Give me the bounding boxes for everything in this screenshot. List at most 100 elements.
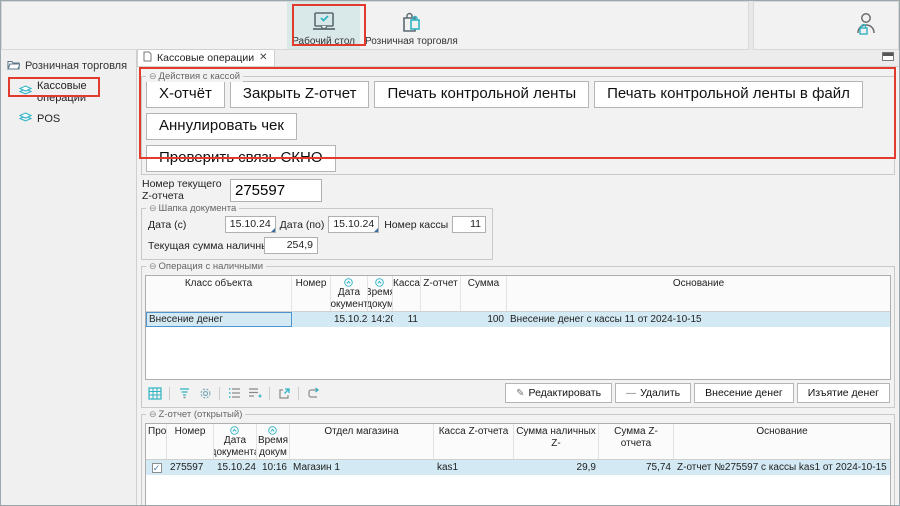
cell-basis[interactable]: Внесение денег с кассы 11 от 2024-10-15 [507, 312, 890, 327]
cell-store-dept[interactable]: Магазин 1 [290, 460, 434, 475]
col-doc-date[interactable]: Дата документа [331, 276, 368, 311]
gear-icon[interactable] [196, 385, 214, 402]
withdraw-money-button[interactable]: Изъятие денег [797, 383, 890, 403]
group-cash-actions: ⊖Действия с кассой X-отчёт Закрыть Z-отч… [141, 76, 895, 175]
tool-retail[interactable]: Розничная торговля [360, 2, 463, 49]
cell-z-cash-sum[interactable]: 29,9 [514, 460, 599, 475]
deposit-money-button[interactable]: Внесение денег [694, 383, 794, 403]
checkbox-checked-icon[interactable]: ✓ [152, 463, 162, 473]
shopping-bag-icon [399, 8, 423, 36]
col-doc-date[interactable]: Дата документа [214, 424, 257, 459]
col-number[interactable]: Номер [292, 276, 331, 311]
col-sum[interactable]: Сумма [461, 276, 507, 311]
cell-object-class[interactable]: Внесение денег [146, 312, 292, 327]
cell-posted[interactable]: ✓ [146, 460, 167, 475]
table-header-row: Проведен Номер Дата документа Время доку… [146, 424, 890, 460]
col-store-dept[interactable]: Отдел магазина [290, 424, 434, 459]
x-report-button[interactable]: X-отчёт [146, 81, 225, 108]
cell-z-sum[interactable]: 75,74 [599, 460, 674, 475]
current-cash-label: Текущая сумма наличных в кассе [148, 240, 264, 252]
cell-sum[interactable]: 100 [461, 312, 507, 327]
sidebar-item-label: POS [37, 113, 60, 125]
list-icon[interactable] [225, 385, 243, 402]
sidebar-root-retail[interactable]: Розничная торговля [1, 56, 136, 76]
table-row[interactable]: ✓ 275597 15.10.24 10:16 Магазин 1 kas1 2… [146, 460, 890, 475]
date-from-label: Дата (с) [148, 219, 225, 231]
col-z-sum[interactable]: Сумма Z-отчета [599, 424, 674, 459]
panel-restore-icon[interactable] [882, 52, 894, 61]
cell-kassa[interactable]: 11 [393, 312, 421, 327]
col-number[interactable]: Номер [167, 424, 214, 459]
table-row[interactable]: Внесение денег 15.10.24 14:20 11 100 Вне… [146, 312, 890, 327]
tab-close-icon[interactable]: ✕ [259, 53, 267, 63]
cell-doc-date[interactable]: 15.10.24 [214, 460, 257, 475]
col-posted[interactable]: Проведен [146, 424, 167, 459]
cell-doc-date[interactable]: 15.10.24 [331, 312, 368, 327]
collapse-icon[interactable]: ⊖ [149, 261, 157, 271]
toolbar-separator [169, 387, 170, 400]
col-z-kassa[interactable]: Касса Z-отчета [434, 424, 514, 459]
col-basis[interactable]: Основание [507, 276, 890, 311]
col-object-class[interactable]: Класс объекта [146, 276, 292, 311]
collapse-icon[interactable]: ⊖ [149, 203, 157, 213]
top-toolbar-main: Рабочий стол Розничная торговля [1, 1, 749, 50]
filter-icon[interactable] [175, 385, 193, 402]
col-kassa[interactable]: Касса [393, 276, 421, 311]
current-cash-input[interactable]: 254,9 [264, 237, 318, 254]
collapse-icon[interactable]: ⊖ [149, 409, 157, 419]
user-lock-icon[interactable] [854, 10, 878, 41]
cell-doc-time[interactable]: 10:16 [257, 460, 290, 475]
collapse-icon[interactable]: ⊖ [149, 71, 157, 81]
desktop-check-icon [311, 8, 337, 36]
delete-button[interactable]: —Удалить [615, 383, 691, 403]
cell-z-kassa[interactable]: kas1 [434, 460, 514, 475]
sort-asc-icon [344, 278, 353, 287]
group-cash-operations-title: ⊖Операция с наличными [146, 261, 266, 272]
repeat-icon[interactable] [304, 385, 322, 402]
check-skno-button[interactable]: Проверить связь СКНО [146, 145, 336, 172]
sidebar-root-label: Розничная торговля [25, 60, 127, 72]
print-control-tape-file-button[interactable]: Печать контрольной ленты в файл [594, 81, 863, 108]
group-cash-operations: ⊖Операция с наличными Класс объекта Номе… [141, 266, 895, 408]
table-grid-icon[interactable] [146, 385, 164, 402]
annul-receipt-button[interactable]: Аннулировать чек [146, 113, 297, 140]
document-icon [143, 51, 152, 65]
tool-desktop-label: Рабочий стол [292, 36, 355, 47]
sidebar-item-label: Кассовые операции [37, 80, 132, 104]
cell-basis[interactable]: Z-отчет №275597 с кассы kas1 от 2024-10-… [674, 460, 890, 475]
list-add-icon[interactable] [246, 385, 264, 402]
z-number-input[interactable] [230, 179, 322, 202]
navigation-sidebar: Розничная торговля Кассовые операции [1, 50, 137, 506]
sidebar-item-cash-operations[interactable]: Кассовые операции [1, 76, 136, 108]
cell-number[interactable] [292, 312, 331, 327]
cell-number[interactable]: 275597 [167, 460, 214, 475]
tool-desktop[interactable]: Рабочий стол [287, 2, 360, 49]
top-toolbar: Рабочий стол Розничная торговля [1, 1, 899, 50]
z-number-label: Номер текущего Z-отчета [142, 178, 230, 202]
group-z-report: ⊖Z-отчет (открытый) Проведен Номер Дата … [141, 414, 895, 506]
layers-diamond-icon [19, 85, 32, 99]
sort-asc-icon [268, 426, 277, 435]
cell-z-report[interactable] [421, 312, 461, 327]
tab-cash-operations[interactable]: Кассовые операции ✕ [137, 49, 275, 66]
col-z-cash-sum[interactable]: Сумма наличных Z- [514, 424, 599, 459]
kassa-number-label: Номер кассы [384, 219, 448, 231]
tool-retail-label: Розничная торговля [365, 36, 458, 47]
export-icon[interactable] [275, 385, 293, 402]
col-doc-time[interactable]: Время докум [368, 276, 393, 311]
cell-doc-time[interactable]: 14:20 [368, 312, 393, 327]
col-doc-time[interactable]: Время докум [257, 424, 290, 459]
date-to-label: Дата (по) [280, 219, 325, 231]
date-from-input[interactable]: 15.10.24 [225, 216, 276, 233]
toolbar-separator [219, 387, 220, 400]
close-z-report-button[interactable]: Закрыть Z-отчет [230, 81, 370, 108]
edit-button[interactable]: ✎Редактировать [505, 383, 612, 403]
layers-diamond-icon [19, 112, 32, 126]
col-z-report[interactable]: Z-отчет [421, 276, 461, 311]
kassa-number-input[interactable]: 11 [452, 216, 486, 233]
col-basis[interactable]: Основание [674, 424, 890, 459]
application-window: Рабочий стол Розничная торговля [0, 0, 900, 506]
print-control-tape-button[interactable]: Печать контрольной ленты [374, 81, 589, 108]
date-to-input[interactable]: 15.10.24 [328, 216, 379, 233]
sidebar-item-pos[interactable]: POS [1, 108, 136, 130]
